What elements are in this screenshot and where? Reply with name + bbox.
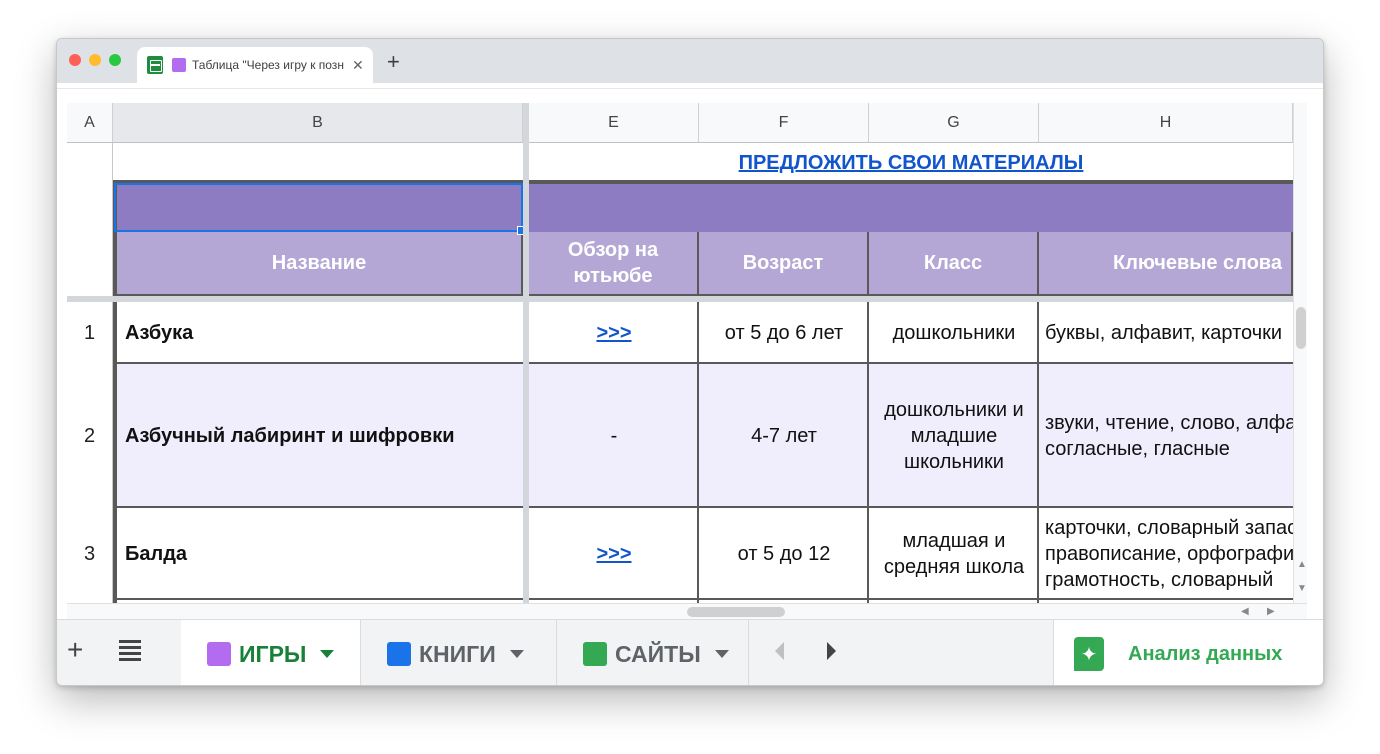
cell-age-3[interactable]: от 5 до 12 [699,508,869,600]
banner-link-cell: ПРЕДЛОЖИТЬ СВОИ МАТЕРИАЛЫ [529,143,1293,183]
horizontal-scrollbar[interactable]: ◀ ▶ [67,603,1307,619]
scroll-tabs-left-icon[interactable] [775,642,784,660]
cell-grade-2[interactable]: дошкольники и младшие школьники [869,364,1039,508]
row-border-2 [113,506,1293,508]
tab-bar: Таблица "Через игру к познанию" ✕ + [57,39,1323,83]
browser-tab-title: Таблица "Через игру к познанию" [192,58,344,72]
address-strip [57,83,1323,89]
screen: Таблица "Через игру к познанию" ✕ + A B … [0,0,1380,754]
cell-age-1[interactable]: от 5 до 6 лет [699,302,869,364]
selected-cell-outline [114,183,523,232]
explore-button[interactable]: ✦ Анализ данных [1053,620,1323,685]
table-border-gh [1037,302,1039,623]
column-header-h[interactable]: H [1039,103,1293,143]
row-header-1[interactable]: 1 [67,302,113,364]
new-tab-button[interactable]: + [387,51,400,73]
cell-keywords-3[interactable]: карточки, словарный запас, правописание,… [1039,508,1293,600]
sheet-tab-label: САЙТЫ [615,640,701,667]
cell-name-3[interactable]: Балда [113,508,523,600]
review-link-3[interactable]: >>> [596,541,631,567]
column-header-a[interactable]: A [67,103,113,143]
header-name[interactable]: Название [113,232,523,296]
browser-tab[interactable]: Таблица "Через игру к познанию" ✕ [137,47,373,83]
row-header-3[interactable]: 3 [67,508,113,600]
band-cell-e[interactable] [529,180,1293,232]
cell-keywords-1[interactable]: буквы, алфавит, карточки [1039,302,1293,364]
scroll-up-icon[interactable]: ▲ [1297,559,1307,570]
green-square-icon [583,642,607,666]
scroll-right-icon[interactable]: ▶ [1267,606,1275,617]
cell-review-2[interactable]: - [529,364,699,508]
cell-review-3[interactable]: >>> [529,508,699,600]
row-border-1 [113,362,1293,364]
chevron-down-icon[interactable] [320,650,335,658]
purple-square-icon [172,58,186,72]
review-link-1[interactable]: >>> [596,320,631,346]
chevron-down-icon[interactable] [714,650,729,658]
cell-review-1[interactable]: >>> [529,302,699,364]
sheets-logo-icon [147,56,163,74]
header-review[interactable]: Обзор на ютьюбе [529,232,699,296]
cell-keywords-2[interactable]: звуки, чтение, слово, алфавит, согласные… [1039,364,1293,508]
header-age[interactable]: Возраст [699,232,869,296]
header-keywords[interactable]: Ключевые слова [1039,232,1293,296]
scroll-left-icon[interactable]: ◀ [1241,606,1249,617]
zoom-window-button[interactable] [109,54,121,66]
cell-grade-1[interactable]: дошкольники [869,302,1039,364]
column-header-g[interactable]: G [869,103,1039,143]
sheet-tab-bar: + ИГРЫ КНИГИ САЙТЫ ✦ Анализ данных [57,619,1323,685]
frozen-column-divider[interactable] [523,103,529,623]
vertical-scroll-thumb[interactable] [1296,307,1306,349]
sheet-tab-label: КНИГИ [419,640,496,667]
chevron-down-icon[interactable] [509,650,524,658]
sheet-tab-games[interactable]: ИГРЫ [181,620,361,685]
cell-name-1[interactable]: Азбука [113,302,523,364]
add-sheet-button[interactable]: + [67,636,83,664]
cell-grade-3[interactable]: младшая и средняя школа [869,508,1039,600]
tab-close-icon[interactable]: ✕ [352,57,364,74]
header-grade[interactable]: Класс [869,232,1039,296]
scroll-down-icon[interactable]: ▼ [1297,583,1307,594]
blue-square-icon [387,642,411,666]
scroll-tabs-right-icon[interactable] [827,642,836,660]
spreadsheet-grid[interactable]: A B E F G H ПРЕДЛОЖИТЬ СВОИ МАТЕРИАЛЫ На… [67,103,1293,623]
vertical-scrollbar[interactable]: ▲ ▼ [1293,103,1307,603]
row-border-3 [113,598,1293,600]
row-header-2[interactable]: 2 [67,364,113,508]
table-border-left [113,302,117,623]
column-header-b[interactable]: B [113,103,523,143]
minimize-window-button[interactable] [89,54,101,66]
sheet-tab-books[interactable]: КНИГИ [361,620,557,685]
all-sheets-menu-icon[interactable] [119,640,141,661]
column-header-f[interactable]: F [699,103,869,143]
row-header-frozen [67,143,113,296]
cell-age-2[interactable]: 4-7 лет [699,364,869,508]
sheet-tab-sites[interactable]: САЙТЫ [557,620,749,685]
cell-name-2[interactable]: Азбучный лабиринт и шифровки [113,364,523,508]
purple-square-icon [207,642,231,666]
column-header-e[interactable]: E [529,103,699,143]
explore-label: Анализ данных [1128,642,1283,665]
explore-icon: ✦ [1074,637,1104,671]
table-border-fg [867,302,869,623]
close-window-button[interactable] [69,54,81,66]
sheet-tab-label: ИГРЫ [239,640,307,667]
horizontal-scroll-thumb[interactable] [687,607,785,617]
table-border-ef [697,302,699,623]
browser-window: Таблица "Через игру к познанию" ✕ + A B … [56,38,1324,686]
suggest-materials-link[interactable]: ПРЕДЛОЖИТЬ СВОИ МАТЕРИАЛЫ [739,152,1084,175]
